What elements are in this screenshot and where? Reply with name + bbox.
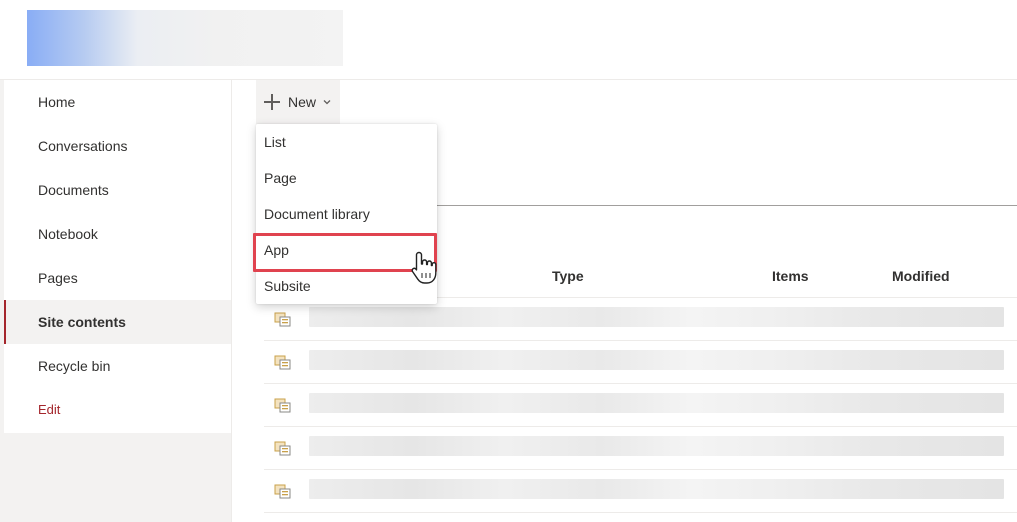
library-app-icon	[274, 355, 291, 370]
table-row[interactable]	[264, 341, 1017, 384]
site-logo-banner	[27, 10, 343, 66]
sidebar-edit-link[interactable]: Edit	[4, 388, 231, 432]
hand-pointer-icon	[411, 251, 437, 284]
new-button-label: New	[288, 94, 317, 110]
row-content-redacted	[309, 479, 1004, 499]
plus-icon	[264, 94, 280, 110]
table-row[interactable]	[264, 470, 1017, 513]
row-content-redacted	[309, 436, 1004, 456]
row-content-redacted	[309, 350, 1004, 370]
column-header-items[interactable]: Items	[772, 268, 809, 284]
chevron-down-icon	[323, 100, 331, 105]
table-row[interactable]	[264, 384, 1017, 427]
table-row[interactable]	[264, 298, 1017, 341]
nav-list: Home Conversations Documents Notebook Pa…	[4, 80, 231, 433]
row-content-redacted	[309, 307, 1004, 327]
menu-item-document-library[interactable]: Document library	[256, 196, 437, 232]
menu-item-list[interactable]: List	[256, 124, 437, 160]
sidebar-item-site-contents[interactable]: Site contents	[4, 300, 231, 344]
library-app-icon	[274, 441, 291, 456]
command-bar-divider	[437, 205, 1017, 206]
menu-item-page[interactable]: Page	[256, 160, 437, 196]
library-app-icon	[274, 398, 291, 413]
new-button[interactable]: New	[256, 80, 340, 124]
left-navigation: Home Conversations Documents Notebook Pa…	[4, 80, 232, 522]
site-header	[0, 0, 1017, 80]
sidebar-item-notebook[interactable]: Notebook	[4, 212, 231, 256]
sidebar-footer-area	[4, 433, 231, 522]
sidebar-item-home[interactable]: Home	[4, 80, 231, 124]
column-header-modified[interactable]: Modified	[892, 268, 950, 284]
sidebar-item-pages[interactable]: Pages	[4, 256, 231, 300]
sidebar-item-documents[interactable]: Documents	[4, 168, 231, 212]
row-content-redacted	[309, 393, 1004, 413]
sidebar-item-recycle-bin[interactable]: Recycle bin	[4, 344, 231, 388]
library-app-icon	[274, 312, 291, 327]
column-header-type[interactable]: Type	[552, 268, 584, 284]
library-app-icon	[274, 484, 291, 499]
table-row[interactable]	[264, 427, 1017, 470]
sidebar-item-conversations[interactable]: Conversations	[4, 124, 231, 168]
